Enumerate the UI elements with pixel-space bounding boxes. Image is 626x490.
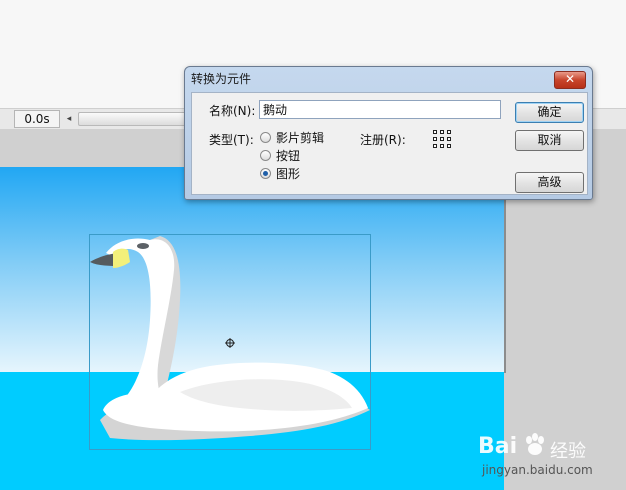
reg-cell[interactable] (440, 137, 444, 141)
watermark-url: jingyan.baidu.com (482, 463, 593, 477)
reg-cell[interactable] (447, 137, 451, 141)
name-label: 名称(N): (209, 104, 256, 118)
name-input[interactable] (259, 100, 501, 119)
type-label: 类型(T): (209, 133, 254, 147)
scroll-left-arrow-icon[interactable]: ◂ (62, 111, 76, 127)
watermark-brand: Bai (478, 434, 518, 459)
advanced-button[interactable]: 高级 (515, 172, 584, 193)
registration-label: 注册(R): (360, 133, 406, 147)
type-option-button[interactable]: 按钮 (276, 147, 300, 164)
close-button[interactable]: ✕ (554, 71, 586, 89)
timeline-scrollbar[interactable] (78, 112, 200, 126)
reg-cell[interactable] (433, 130, 437, 134)
paw-icon (526, 433, 544, 455)
reg-cell[interactable] (433, 144, 437, 148)
baidu-watermark: Bai 经验 jingyan.baidu.com (478, 432, 618, 482)
registration-grid-icon[interactable] (433, 130, 451, 148)
cancel-button[interactable]: 取消 (515, 130, 584, 151)
type-option-graphic[interactable]: 图形 (276, 165, 300, 182)
ok-button[interactable]: 确定 (515, 102, 584, 123)
radio-movie-clip[interactable] (260, 132, 271, 143)
registration-point-icon[interactable] (225, 338, 235, 348)
radio-button-type[interactable] (260, 150, 271, 161)
reg-cell[interactable] (447, 130, 451, 134)
dialog-body: 名称(N): 类型(T): 影片剪辑 按钮 图形 注册(R): 确定 取消 高级 (191, 92, 588, 195)
type-option-movie-clip[interactable]: 影片剪辑 (276, 129, 324, 146)
time-readout: 0.0s (14, 110, 60, 128)
reg-cell[interactable] (433, 137, 437, 141)
convert-to-symbol-dialog: 转换为元件 ✕ 名称(N): 类型(T): 影片剪辑 按钮 图形 注册(R): … (184, 66, 593, 200)
reg-cell[interactable] (447, 144, 451, 148)
watermark-sub: 经验 (550, 441, 586, 462)
radio-graphic[interactable] (260, 168, 271, 179)
reg-cell[interactable] (440, 130, 444, 134)
dialog-title: 转换为元件 (191, 72, 252, 86)
reg-cell[interactable] (440, 144, 444, 148)
